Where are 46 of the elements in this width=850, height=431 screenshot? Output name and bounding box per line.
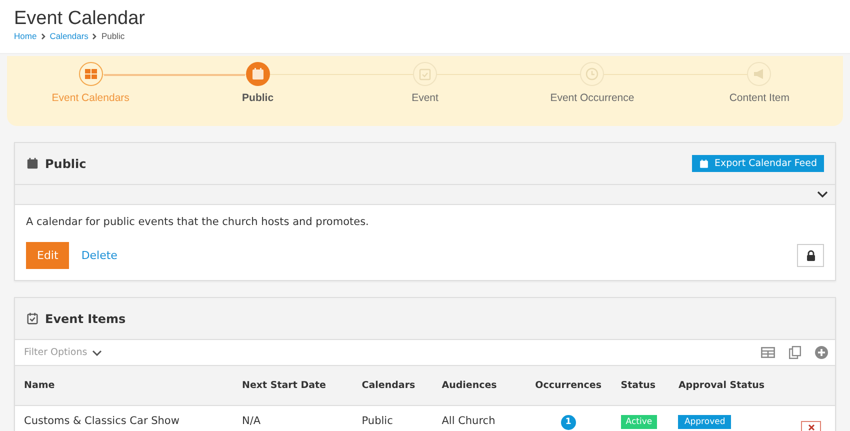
column-header[interactable]: Approval Status [678, 380, 765, 391]
occurrence-count-badge: 1 [560, 415, 576, 430]
calendar-check-icon [26, 312, 39, 325]
chevron-right-icon [92, 32, 98, 40]
filter-options-dropdown[interactable]: Filter Options [24, 347, 102, 358]
column-header[interactable]: Next Start Date [242, 380, 326, 391]
lock-button[interactable] [797, 244, 824, 267]
step-label[interactable]: Content Item [729, 92, 790, 104]
calendar-description: A calendar for public events that the church hosts and promotes. [26, 216, 370, 228]
panel-title: Event Items [45, 312, 126, 326]
grid-step-icon[interactable] [78, 62, 103, 86]
calendar-icon [699, 158, 710, 168]
lock-icon [806, 250, 816, 261]
column-header[interactable]: Occurrences [535, 380, 602, 391]
chevron-down-icon[interactable] [817, 191, 828, 198]
add-icon[interactable] [815, 346, 828, 359]
delete-link[interactable]: Delete [81, 249, 118, 262]
panel-title: Public [45, 156, 86, 170]
column-header[interactable]: Status [620, 380, 656, 391]
approval-status-badge: Approved [678, 415, 732, 429]
page-title: Event Calendar [14, 7, 146, 31]
calendar-check-step-icon[interactable] [413, 62, 437, 86]
export-calendar-feed-button[interactable]: Export Calendar Feed [692, 155, 824, 172]
copy-icon[interactable] [789, 346, 801, 359]
column-header[interactable]: Calendars [362, 380, 416, 391]
calendar-icon [26, 157, 39, 170]
table-cell: Customs & Classics Car Show [24, 415, 180, 427]
status-badge: Active [620, 415, 658, 429]
chevron-down-icon [92, 350, 102, 356]
column-header[interactable]: Audiences [442, 380, 497, 391]
table-icon[interactable] [761, 347, 775, 358]
breadcrumb-current: Public [101, 31, 125, 41]
column-header[interactable]: Name [24, 380, 55, 391]
breadcrumb-link[interactable]: Calendars [50, 31, 88, 41]
table-cell: N/A [242, 415, 261, 427]
breadcrumb-link[interactable]: Home [14, 31, 37, 41]
close-icon [808, 424, 814, 431]
step-label[interactable]: Public [242, 92, 274, 104]
table-cell: Public [362, 415, 393, 427]
chevron-right-icon [40, 32, 46, 40]
table-cell: All Church [442, 415, 496, 427]
calendar-step-icon[interactable] [246, 62, 270, 86]
step-label[interactable]: Event Occurrence [550, 92, 634, 104]
step-label[interactable]: Event [412, 92, 438, 104]
delete-row-button[interactable] [801, 421, 821, 431]
edit-button[interactable]: Edit [26, 242, 70, 269]
